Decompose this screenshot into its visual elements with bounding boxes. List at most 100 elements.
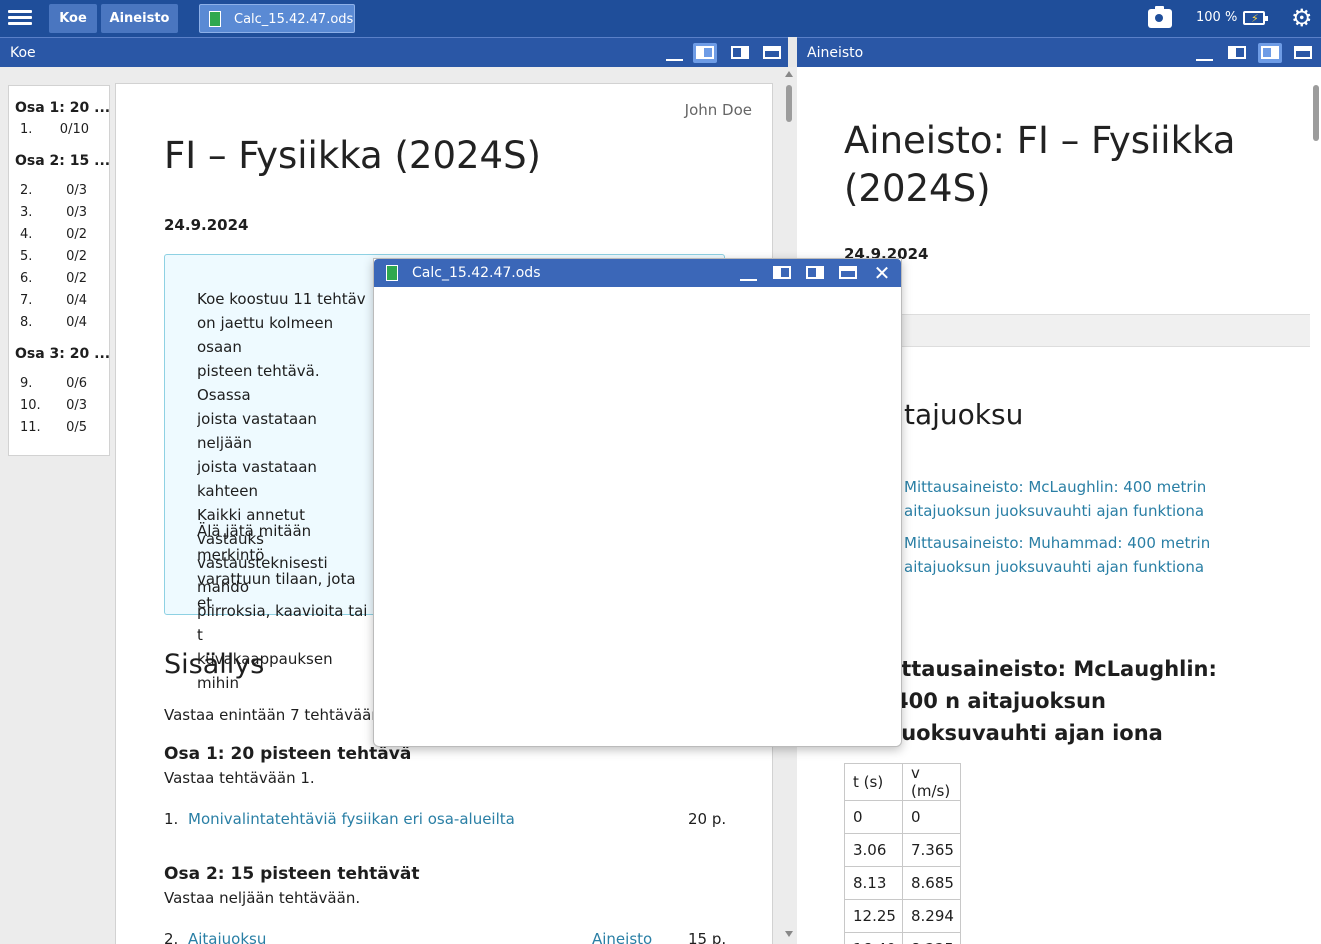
minimize-icon[interactable] — [1193, 43, 1217, 63]
nav-item-number: 4. — [20, 227, 33, 242]
nav-section-2[interactable]: Osa 2: 15 ... — [9, 153, 109, 175]
table-row: 16.408.225 — [844, 932, 961, 944]
nav-item[interactable]: 2. 0/3 — [9, 183, 109, 205]
window-title: Calc_15.42.47.ods — [412, 265, 541, 281]
nav-item-score: 0/3 — [66, 183, 87, 198]
dock-right-icon[interactable] — [728, 43, 752, 63]
nav-item[interactable]: 3. 0/3 — [9, 205, 109, 227]
nav-item-score: 0/2 — [66, 227, 87, 242]
nav-item[interactable]: 8. 0/4 — [9, 315, 109, 337]
nav-item-score: 0/3 — [66, 398, 87, 413]
table-header: v (m/s) — [902, 763, 961, 801]
table-cell: 8.225 — [902, 932, 961, 944]
right-pane-bar: Aineisto — [797, 37, 1321, 67]
scroll-up-icon[interactable] — [785, 71, 793, 77]
nav-item-number: 3. — [20, 205, 33, 220]
table-header: t (s) — [844, 763, 903, 801]
nav-item-score: 0/5 — [66, 420, 87, 435]
dock-left-icon[interactable] — [1225, 43, 1249, 63]
nav-item-number: 11. — [20, 420, 41, 435]
right-scrollbar[interactable] — [1310, 67, 1321, 944]
nav-item[interactable]: 10. 0/3 — [9, 398, 109, 420]
nav-item[interactable]: 11. 0/5 — [9, 420, 109, 442]
nav-item-number: 5. — [20, 249, 33, 264]
material-title: Aineisto: FI – Fysiikka (2024S) — [844, 119, 1236, 210]
dock-right-icon[interactable] — [803, 263, 827, 283]
maximize-icon[interactable] — [1291, 43, 1315, 63]
exam-date: 24.9.2024 — [164, 216, 249, 234]
table-row: 8.13 8.685 — [844, 866, 961, 900]
nav-item-number: 7. — [20, 293, 33, 308]
table-cell: 16.40 — [844, 932, 903, 944]
part1-title: Osa 1: 20 pisteen tehtävä — [164, 744, 412, 764]
table-cell: 3.06 — [844, 833, 903, 867]
right-pane-title: Aineisto — [807, 45, 864, 61]
material-link-2[interactable]: Mittausaineisto: Muhammad: 400 metrin ai… — [904, 531, 1224, 579]
question-1-link[interactable]: Monivalintatehtäviä fysiikan eri osa-alu… — [188, 810, 515, 828]
material-link-1[interactable]: Mittausaineisto: McLaughlin: 400 metrin … — [904, 475, 1224, 523]
minimize-icon[interactable] — [737, 263, 761, 283]
table-row: 12.25 8.294 — [844, 899, 961, 933]
nav-section-3[interactable]: Osa 3: 20 ... — [9, 346, 109, 368]
nav-item[interactable]: 5. 0/2 — [9, 249, 109, 271]
data-table: t (s) v (m/s) 00 3.06 7.365 8.13 8.685 12.2… — [844, 763, 961, 944]
file-tab-label: Calc_15.42.47.ods — [234, 12, 354, 27]
question-1-points: 20 p. — [688, 810, 727, 828]
close-icon[interactable]: ✕ — [872, 261, 892, 285]
nav-item-score: 0/4 — [66, 315, 87, 330]
nav-item-score: 0/2 — [66, 249, 87, 264]
nav-item-number: 10. — [20, 398, 41, 413]
spreadsheet-window[interactable]: Calc_15.42.47.ods ✕ — [373, 258, 902, 747]
nav-item-score: 0/4 — [66, 293, 87, 308]
gear-icon[interactable]: ⚙ — [1291, 6, 1313, 30]
table-header-row: t (s) v (m/s) — [844, 763, 961, 801]
nav-item-number: 8. — [20, 315, 33, 330]
table-cell: 7.365 — [902, 833, 961, 867]
camera-icon[interactable] — [1148, 6, 1172, 28]
nav-item[interactable]: 1. 0/10 — [9, 122, 109, 144]
scroll-thumb[interactable] — [1313, 85, 1319, 141]
window-content[interactable] — [374, 287, 901, 746]
maximize-icon[interactable] — [836, 263, 860, 283]
nav-item-number: 1. — [20, 122, 33, 137]
question-2-points: 15 p. — [688, 930, 727, 944]
material-section-title: tajuoksu — [904, 398, 1024, 431]
nav-item-score: 0/10 — [59, 122, 89, 137]
table-cell: 8.685 — [902, 866, 961, 900]
nav-item[interactable]: 4. 0/2 — [9, 227, 109, 249]
instructions-line: on jaettu kolmeen osaan — [197, 314, 334, 356]
spreadsheet-icon — [386, 265, 398, 281]
instructions-line: Älä jätä mitään merkintö — [197, 522, 312, 564]
tab-aineisto[interactable]: Aineisto — [101, 4, 178, 33]
scroll-down-icon[interactable] — [785, 931, 793, 937]
nav-item[interactable]: 7. 0/4 — [9, 293, 109, 315]
file-tab[interactable]: Calc_15.42.47.ods — [199, 4, 355, 33]
maximize-icon[interactable] — [760, 43, 784, 63]
page-title: FI – Fysiikka (2024S) — [164, 134, 541, 177]
window-titlebar[interactable]: Calc_15.42.47.ods ✕ — [374, 259, 901, 287]
dock-left-icon[interactable] — [693, 43, 717, 63]
nav-item-number: 2. — [20, 183, 33, 198]
table-cell: 8.294 — [902, 899, 961, 933]
nav-item[interactable]: 6. 0/2 — [9, 271, 109, 293]
nav-section-1[interactable]: Osa 1: 20 ... — [9, 100, 109, 122]
dock-right-icon[interactable] — [1258, 43, 1282, 63]
tab-koe[interactable]: Koe — [49, 4, 97, 33]
table-cell: 0 — [844, 800, 903, 834]
question-2-link[interactable]: Aitajuoksu — [188, 930, 266, 944]
instructions-line: Koe koostuu 11 tehtäv — [197, 290, 366, 308]
battery-icon: ⚡ — [1243, 11, 1268, 25]
minimize-icon[interactable] — [663, 43, 687, 63]
left-pane-bar: Koe — [0, 37, 788, 67]
table-cell: 12.25 — [844, 899, 903, 933]
scroll-thumb[interactable] — [786, 85, 792, 122]
nav-item[interactable]: 9. 0/6 — [9, 376, 109, 398]
instructions-text: Koe koostuu 11 tehtäv on jaettu kolmeen … — [197, 287, 372, 695]
nav-item-number: 9. — [20, 376, 33, 391]
menu-icon[interactable] — [8, 7, 32, 29]
table-row: 00 — [844, 800, 961, 834]
left-pane-title: Koe — [10, 45, 36, 61]
table-row: 3.06 7.365 — [844, 833, 961, 867]
question-2-aineisto-link[interactable]: Aineisto — [592, 930, 652, 944]
dock-left-icon[interactable] — [770, 263, 794, 283]
